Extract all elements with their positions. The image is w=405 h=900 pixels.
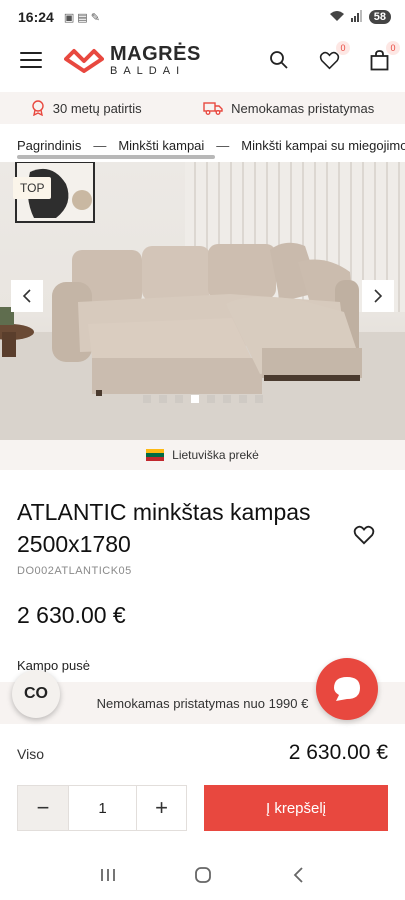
battery-indicator: 58 — [368, 10, 391, 24]
gallery-dot[interactable] — [142, 395, 151, 403]
wifi-icon — [329, 10, 345, 25]
quantity-increase-button[interactable]: + — [136, 786, 186, 830]
heart-icon — [319, 51, 339, 69]
gallery-dot[interactable] — [190, 395, 199, 403]
benefit-delivery-label: Nemokamas pristatymas — [231, 100, 375, 116]
breadcrumb-scrollbar[interactable] — [17, 155, 215, 159]
product-title: ATLANTIC minkštas kampas 2500x1780 — [17, 499, 311, 557]
origin-strip: Lietuviška prekė — [0, 440, 405, 470]
chat-bubble-icon — [334, 677, 360, 701]
cart-button[interactable]: 0 — [367, 41, 400, 72]
breadcrumb-sofas[interactable]: Minkšti kampai — [118, 138, 204, 153]
gallery-prev-button[interactable] — [11, 280, 43, 312]
benefit-experience-label: 30 metų patirtis — [52, 100, 142, 116]
menu-icon[interactable] — [20, 52, 42, 68]
lithuania-flag-icon — [146, 449, 165, 461]
system-navigation — [0, 850, 405, 900]
gallery-dot[interactable] — [206, 395, 215, 403]
product-sku: DO002ATLANTICK05 — [17, 565, 132, 577]
breadcrumb-separator: — — [93, 137, 107, 153]
breadcrumb-separator: — — [216, 137, 230, 153]
product-gallery[interactable]: TOP — [0, 162, 405, 440]
recent-apps-button[interactable] — [93, 860, 123, 890]
notification-icons: ▣ ▤ ✎ — [63, 11, 100, 24]
gallery-next-button[interactable] — [362, 280, 394, 312]
breadcrumb-sleeper-sofas[interactable]: Minkšti kampai su miegojimo — [241, 138, 405, 153]
heart-icon — [353, 525, 375, 545]
benefit-delivery: Nemokamas pristatymas — [203, 101, 374, 116]
quantity-decrease-button[interactable]: − — [18, 786, 68, 830]
total-label: Viso — [17, 746, 44, 762]
chat-button[interactable] — [316, 658, 378, 720]
status-right: 58 — [329, 9, 391, 25]
gallery-dot[interactable] — [222, 395, 231, 403]
breadcrumb-home[interactable]: Pagrindinis — [17, 138, 81, 153]
site-header: MAGRĖS BALDAI 0 0 — [0, 34, 405, 86]
search-icon[interactable] — [267, 48, 291, 72]
logo-line1: MAGRĖS — [110, 42, 201, 65]
logo-line2: BALDAI — [110, 64, 186, 77]
back-icon — [293, 867, 303, 883]
home-icon — [194, 867, 211, 883]
free-delivery-label: Nemokamas pristatymas nuo 1990 € — [96, 695, 309, 711]
gallery-dot[interactable] — [158, 395, 167, 403]
gallery-dot[interactable] — [174, 395, 183, 403]
gallery-pagination — [0, 395, 405, 403]
wishlist-count-badge: 0 — [336, 41, 350, 55]
product-price: 2 630.00 € — [17, 602, 126, 628]
co-label: CO — [24, 685, 48, 702]
cart-count-badge: 0 — [386, 41, 400, 55]
gallery-dot[interactable] — [254, 395, 263, 403]
home-button[interactable] — [188, 860, 218, 890]
logo-mark-icon — [64, 49, 104, 73]
status-time: 16:24 — [18, 9, 54, 25]
gallery-dot[interactable] — [238, 395, 247, 403]
origin-label: Lietuviška prekė — [172, 448, 259, 462]
chevron-right-icon — [374, 289, 383, 303]
status-bar: 16:24 ▣ ▤ ✎ 58 — [0, 0, 405, 34]
add-to-wishlist-button[interactable] — [353, 525, 377, 549]
back-button[interactable] — [283, 860, 313, 890]
bag-icon — [370, 49, 388, 70]
award-icon — [32, 100, 44, 116]
recents-icon — [100, 869, 115, 881]
quantity-stepper: − + — [17, 785, 187, 831]
benefits-bar: 30 metų patirtis Nemokamas pristatymas — [0, 92, 405, 124]
co-widget-button[interactable]: CO — [12, 670, 60, 718]
top-badge: TOP — [13, 177, 52, 199]
quantity-input[interactable] — [68, 786, 136, 830]
benefit-experience: 30 metų patirtis — [31, 100, 142, 116]
chevron-left-icon — [22, 289, 31, 303]
truck-icon — [203, 102, 223, 115]
add-to-cart-button[interactable]: Į krepšelį — [204, 785, 388, 831]
wishlist-button[interactable]: 0 — [317, 41, 350, 72]
total-value: 2 630.00 € — [288, 741, 388, 764]
site-logo[interactable]: MAGRĖS BALDAI — [64, 44, 201, 77]
signal-icon — [350, 9, 363, 25]
